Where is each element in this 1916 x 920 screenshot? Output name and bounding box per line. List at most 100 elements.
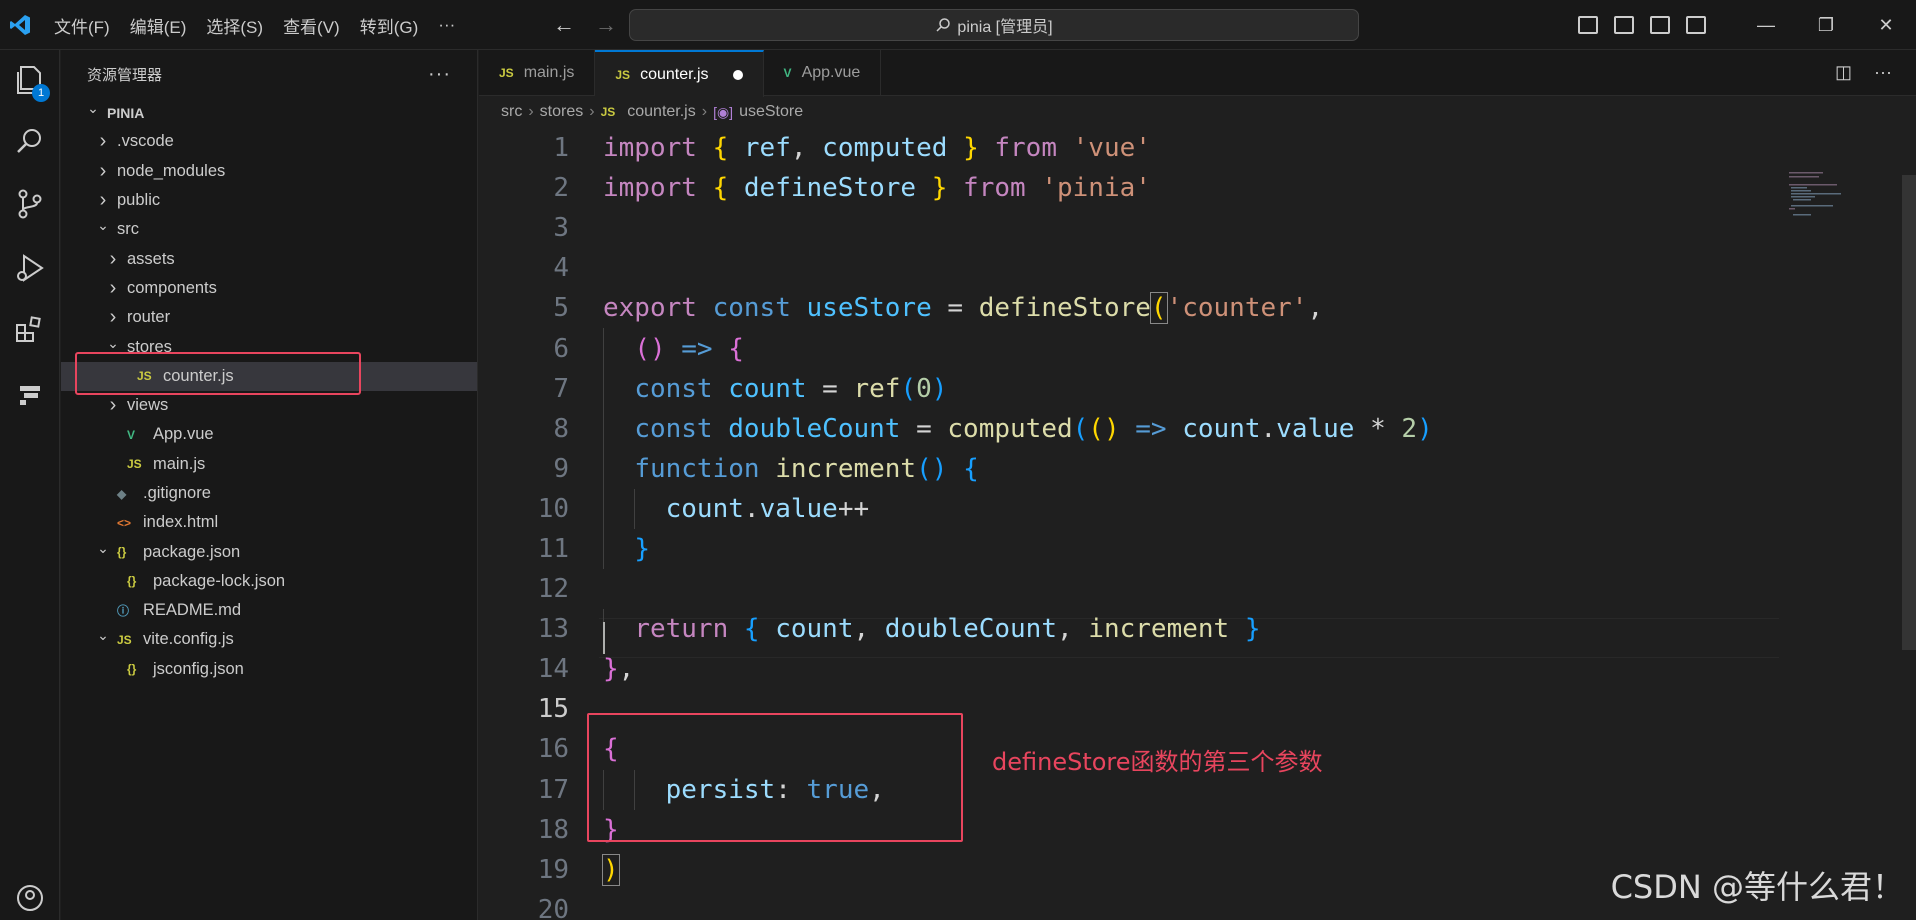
breadcrumb-stores[interactable]: stores [540,103,584,121]
toggle-sidebar-icon[interactable] [1578,16,1598,34]
line-number: 7 [553,373,569,404]
code-token: increment [775,453,917,484]
menu-go[interactable]: 转到(G) [360,13,419,38]
explorer-more-button[interactable]: ··· [428,63,451,86]
line-content: return { count, doubleCount, increment } [603,614,1260,645]
editor-group: JS main.js JS counter.js V App.vue ◫ ··· src … [479,50,1916,920]
chevron-down-icon: ⌄ [97,539,109,556]
chevron-right-icon: › [109,306,117,329]
chevron-right-icon: › [701,103,708,120]
code-token: import [603,173,697,204]
customize-layout-icon[interactable] [1686,16,1706,34]
highlight-box-third-argument [587,713,963,842]
tree-folder[interactable]: › public [61,186,477,215]
tree-file[interactable]: <> index.html [61,508,477,537]
back-arrow-icon[interactable]: ← [553,12,575,38]
minimap[interactable] [1789,172,1859,222]
command-center-search[interactable]: pinia [管理员] [629,9,1359,41]
tree-folder[interactable]: › assets [61,244,477,273]
code-token: { [743,614,760,645]
js-file-icon: JS [615,67,631,82]
chevron-down-icon: ⌄ [97,217,109,234]
tree-item-label: node_modules [117,161,226,180]
text-caret [603,622,605,654]
close-button[interactable]: ✕ [1856,15,1916,36]
toggle-secondary-sidebar-icon[interactable] [1650,16,1670,34]
tree-file[interactable]: ⌄ {} package.json [61,537,477,566]
menu-view[interactable]: 查看(V) [283,13,340,38]
tree-item-label: package.json [143,542,241,561]
code-token: { [712,133,729,164]
line-content: } [603,534,650,564]
breadcrumb-file[interactable]: counter.js [627,103,695,121]
tree-folder[interactable]: ⌄ src [61,215,477,244]
code-line: 12 [479,569,1916,609]
minimize-button[interactable]: — [1736,15,1796,36]
code-token: from [994,133,1057,164]
code-token: , [790,133,823,164]
extensions-icon[interactable] [12,312,48,348]
remote-explorer-icon[interactable] [12,376,48,412]
tab-app-vue[interactable]: V App.vue [764,50,882,96]
tree-item-label: package-lock.json [153,571,286,590]
tree-item-label: src [117,220,139,239]
tree-item-label: App.vue [153,425,214,444]
tree-file[interactable]: ⓘ README.md [61,596,477,625]
toggle-panel-icon[interactable] [1614,16,1634,34]
menu-more[interactable]: ··· [438,15,455,35]
menu-edit[interactable]: 编辑(E) [130,13,187,38]
tree-root[interactable]: ⌄ PINIA [61,98,477,127]
code-line: 8 const doubleCount = computed(() => cou… [479,408,1916,449]
tree-file[interactable]: {} package-lock.json [61,567,477,596]
tree-folder[interactable]: › components [61,274,477,303]
run-debug-icon[interactable] [12,250,48,286]
code-token: ++ [837,493,870,524]
source-control-icon[interactable] [12,186,48,222]
unsaved-dot-icon[interactable] [732,69,743,80]
nav-arrows: ← → [553,12,617,38]
tab-counter-js[interactable]: JS counter.js [595,50,764,97]
breadcrumb-symbol[interactable]: useStore [739,103,803,121]
tree-folder[interactable]: › router [61,303,477,332]
line-number: 18 [537,814,569,845]
tree-file[interactable]: {} jsconfig.json [61,655,477,684]
code-token: export [603,293,697,324]
tree-folder[interactable]: › node_modules [61,157,477,186]
code-line: 7 const count = ref(0) [479,368,1916,409]
tree-item-label: jsconfig.json [153,659,244,678]
code-token: , [618,654,635,685]
code-token: 'vue' [1072,133,1151,164]
restore-button[interactable]: ❐ [1796,15,1856,36]
activity-bar: 1 [0,50,60,920]
tree-item-label: public [117,191,161,210]
code-token: { [728,333,744,364]
forward-arrow-icon[interactable]: → [595,12,617,38]
split-editor-icon[interactable]: ◫ [1835,62,1852,83]
tree-folder[interactable]: › views [61,391,477,420]
menu-selection[interactable]: 选择(S) [206,13,263,38]
more-actions-icon[interactable]: ··· [1874,62,1892,83]
vertical-scrollbar[interactable] [1902,175,1916,650]
accounts-icon[interactable] [12,880,48,916]
tree-file[interactable]: V App.vue [61,420,477,449]
tree-file[interactable]: ⌄ JS vite.config.js [61,625,477,654]
chevron-right-icon: › [589,103,595,120]
breadcrumb-src[interactable]: src [501,103,522,121]
tree-file[interactable]: JS main.js [61,450,477,479]
tree-file[interactable]: ◆ .gitignore [61,479,477,508]
line-number: 6 [553,333,569,364]
code-token: { [712,173,729,204]
tree-folder[interactable]: › .vscode [61,127,477,156]
tab-main-js[interactable]: JS main.js [479,50,596,96]
js-file-icon: JS [117,632,132,647]
search-icon[interactable] [12,124,48,160]
menu-file[interactable]: 文件(F) [54,13,110,38]
